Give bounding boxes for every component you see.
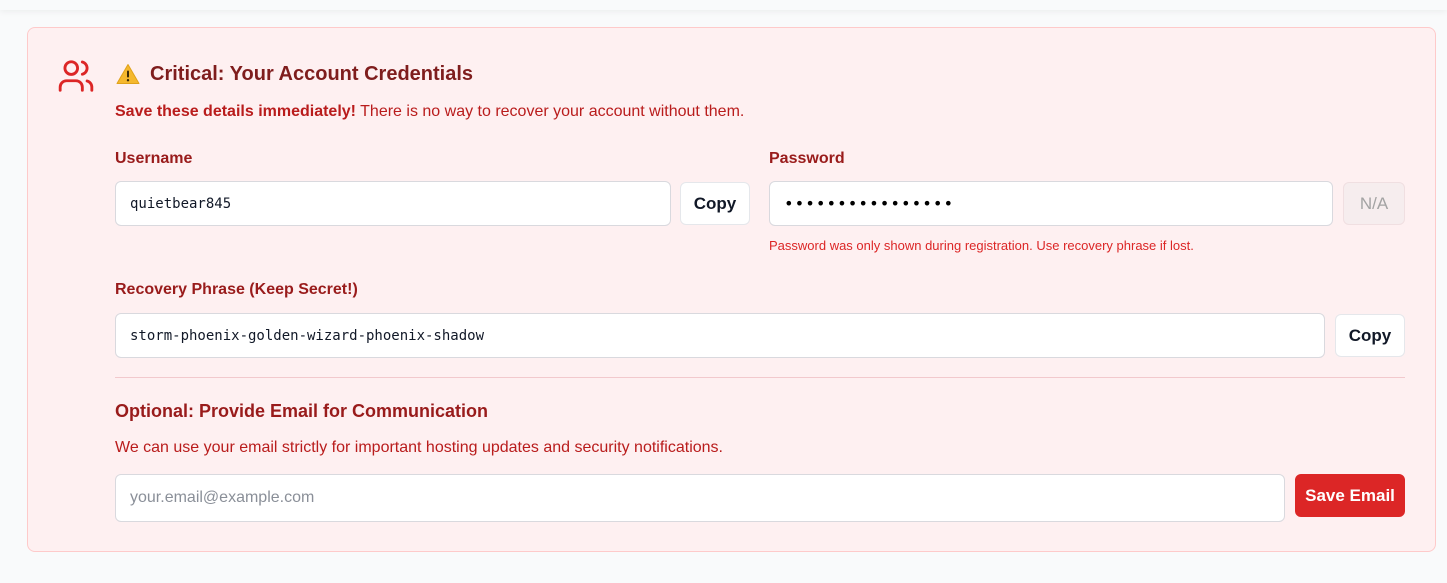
copy-recovery-phrase-button[interactable]: Copy: [1335, 314, 1405, 357]
password-na-button: N/A: [1343, 182, 1405, 225]
warning-message-bold: Save these details immediately!: [115, 103, 356, 120]
password-field[interactable]: ••••••••••••••••: [769, 181, 1333, 226]
recovery-phrase-value: storm-phoenix-golden-wizard-phoenix-shad…: [130, 327, 485, 344]
password-value: ••••••••••••••••: [784, 194, 955, 213]
users-icon: [58, 60, 94, 92]
password-label: Password: [769, 150, 845, 167]
panel-header: Critical: Your Account Credentials: [116, 60, 473, 88]
recovery-phrase-label: Recovery Phrase (Keep Secret!): [115, 281, 358, 298]
email-field[interactable]: [115, 474, 1285, 522]
warning-message: Save these details immediately! There is…: [115, 103, 744, 121]
save-email-button[interactable]: Save Email: [1295, 474, 1405, 517]
copy-username-button[interactable]: Copy: [680, 182, 750, 225]
recovery-phrase-field[interactable]: storm-phoenix-golden-wizard-phoenix-shad…: [115, 313, 1325, 358]
email-input[interactable]: [130, 489, 1284, 507]
username-field[interactable]: quietbear845: [115, 181, 671, 226]
username-label: Username: [115, 150, 193, 167]
panel-title: Critical: Your Account Credentials: [150, 62, 474, 85]
warning-message-text: There is no way to recover your account …: [356, 103, 745, 120]
warning-icon: [116, 64, 140, 84]
email-section-title: Optional: Provide Email for Communicatio…: [115, 401, 489, 421]
email-section-description: We can use your email strictly for impor…: [115, 439, 723, 456]
previous-card: [0, 0, 1447, 10]
section-divider: [115, 377, 1405, 378]
password-hint: Password was only shown during registrat…: [769, 238, 1194, 253]
username-value: quietbear845: [130, 195, 232, 212]
